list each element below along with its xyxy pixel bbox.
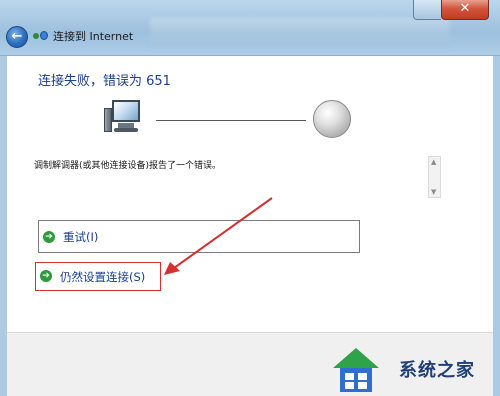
title-bar: ✕ ← 连接到 Internet: [0, 0, 500, 56]
connection-line: [156, 120, 306, 121]
close-button[interactable]: ✕: [441, 0, 489, 20]
scrollbar[interactable]: ▲ ▼: [428, 156, 441, 198]
green-arrow-icon: ➔: [40, 270, 52, 282]
house-logo-icon: [333, 348, 379, 392]
window-title: 连接到 Internet: [53, 30, 134, 43]
window-frame-left: [0, 56, 7, 396]
green-arrow-icon: ➔: [43, 231, 55, 243]
computer-icon: [104, 100, 144, 136]
watermark-text: 系统之家: [399, 360, 475, 381]
setup-anyway-label: 仍然设置连接(S): [60, 270, 146, 284]
blurred-background: [150, 18, 450, 46]
internet-globe-icon: [313, 100, 351, 138]
setup-anyway-button[interactable]: ➔ 仍然设置连接(S): [35, 262, 161, 291]
page-title: 连接失败，错误为 651: [38, 74, 171, 89]
watermark: 系统之家: [331, 340, 500, 396]
retry-label: 重试(I): [63, 230, 99, 244]
scroll-down-icon[interactable]: ▼: [431, 188, 436, 196]
back-button[interactable]: ←: [6, 26, 28, 48]
error-message: 调制解调器(或其他连接设备)报告了一个错误。: [34, 161, 222, 171]
network-connection-icon: [33, 29, 49, 43]
minimize-button[interactable]: [413, 0, 441, 20]
retry-button[interactable]: ➔ 重试(I): [38, 220, 360, 253]
scroll-up-icon[interactable]: ▲: [431, 158, 436, 166]
